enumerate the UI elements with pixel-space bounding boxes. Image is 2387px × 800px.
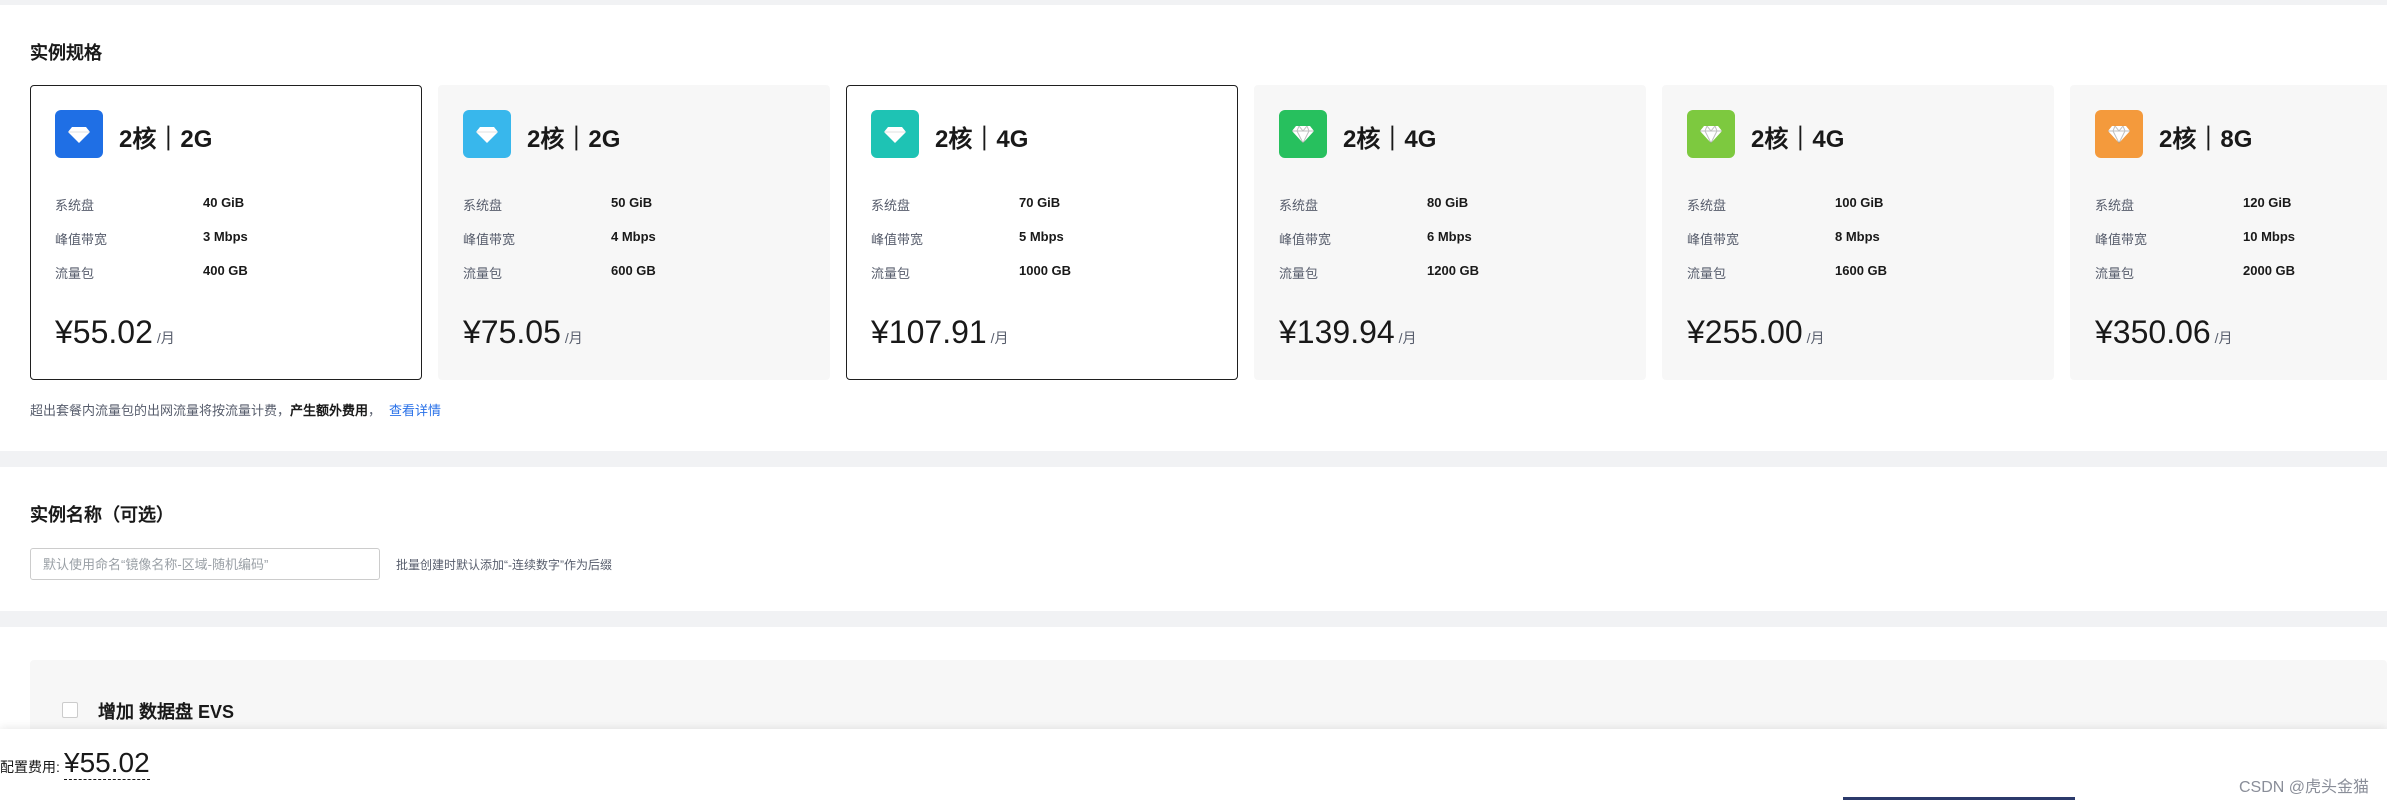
traffic-label: 流量包: [463, 266, 503, 281]
spec-details: 系统盘 120 GiB 峰值带宽 10 Mbps 流量包 2000 GB: [2095, 195, 2387, 297]
bandwidth-label: 峰值带宽: [871, 232, 924, 247]
traffic-value: 1200 GB: [1427, 263, 1480, 278]
spec-name: 2核｜2G: [527, 126, 621, 153]
traffic-label: 流量包: [2095, 266, 2135, 281]
traffic-note-comma: ，: [368, 403, 382, 418]
traffic-label: 流量包: [55, 266, 95, 281]
price-unit: /月: [564, 330, 583, 346]
spec-name: 2核｜4G: [1343, 126, 1437, 153]
instance-name-hint: 批量创建时默认添加“-连续数字”作为后缀: [396, 558, 612, 572]
spec-card[interactable]: 2核｜4G 系统盘 70 GiB 峰值带宽 5 Mbps 流量包 1000 GB ¥107.9…: [846, 85, 1238, 380]
bandwidth-value: 4 Mbps: [611, 229, 656, 244]
config-fee-value[interactable]: ¥55.02: [64, 747, 150, 780]
traffic-note: 超出套餐内流量包的出网流量将按流量计费，产生额外费用， 查看详情: [30, 400, 441, 419]
system-disk-label: 系统盘: [1279, 198, 1319, 213]
bandwidth-value: 3 Mbps: [203, 229, 248, 244]
spec-name: 2核｜2G: [119, 126, 213, 153]
instance-name-title: 实例名称（可选）: [30, 505, 174, 525]
price: ¥55.02/月: [55, 314, 175, 351]
price-value: ¥255.00: [1687, 314, 1803, 350]
price-value: ¥139.94: [1279, 314, 1395, 350]
bandwidth-label: 峰值带宽: [1687, 232, 1740, 247]
system-disk-label: 系统盘: [55, 198, 95, 213]
config-fee-label: 配置费用:: [0, 759, 60, 775]
diamond-icon: [463, 110, 511, 158]
spec-details: 系统盘 70 GiB 峰值带宽 5 Mbps 流量包 1000 GB: [871, 195, 1191, 297]
system-disk-label: 系统盘: [463, 198, 503, 213]
add-data-disk-checkbox[interactable]: [62, 702, 78, 718]
gem-icon: [1279, 110, 1327, 158]
spec-card-list: 2核｜2G 系统盘 40 GiB 峰值带宽 3 Mbps 流量包 400 GB ¥55.02/…: [30, 85, 2387, 385]
price-unit: /月: [156, 330, 175, 346]
system-disk-value: 70 GiB: [1019, 195, 1061, 210]
bandwidth-label: 峰值带宽: [1279, 232, 1332, 247]
spec-card[interactable]: 2核｜2G 系统盘 50 GiB 峰值带宽 4 Mbps 流量包 600 GB ¥75.05/…: [438, 85, 830, 380]
spec-details: 系统盘 40 GiB 峰值带宽 3 Mbps 流量包 400 GB: [55, 195, 375, 297]
traffic-value: 1000 GB: [1019, 263, 1072, 278]
price: ¥350.06/月: [2095, 314, 2233, 351]
traffic-value: 1600 GB: [1835, 263, 1888, 278]
gem-icon: [1687, 110, 1735, 158]
spec-card[interactable]: 2核｜2G 系统盘 40 GiB 峰值带宽 3 Mbps 流量包 400 GB ¥55.02/…: [30, 85, 422, 380]
traffic-value: 2000 GB: [2243, 263, 2296, 278]
spec-details: 系统盘 100 GiB 峰值带宽 8 Mbps 流量包 1600 GB: [1687, 195, 2007, 297]
gem-icon: [2095, 110, 2143, 158]
diamond-icon: [871, 110, 919, 158]
instance-spec-section: 实例规格 2核｜2G 系统盘 40 GiB 峰值带宽 3 Mbps 流量包 400 GB ¥5…: [0, 5, 2387, 451]
bandwidth-label: 峰值带宽: [2095, 232, 2148, 247]
traffic-note-text: 超出套餐内流量包的出网流量将按流量计费，: [30, 403, 291, 418]
traffic-note-bold: 产生额外费用: [290, 403, 369, 418]
traffic-value: 400 GB: [203, 263, 248, 278]
traffic-value: 600 GB: [611, 263, 656, 278]
spec-name: 2核｜4G: [1751, 126, 1845, 153]
system-disk-value: 40 GiB: [203, 195, 245, 210]
bandwidth-value: 10 Mbps: [2243, 229, 2296, 244]
view-details-link[interactable]: 查看详情: [389, 403, 441, 418]
system-disk-value: 100 GiB: [1835, 195, 1884, 210]
spec-name: 2核｜8G: [2159, 126, 2253, 153]
price: ¥139.94/月: [1279, 314, 1417, 351]
price-unit: /月: [2214, 330, 2233, 346]
system-disk-label: 系统盘: [871, 198, 911, 213]
config-fee-bar: 配置费用: ¥55.02 CSDN @虎头金猫: [0, 729, 2387, 800]
system-disk-value: 120 GiB: [2243, 195, 2292, 210]
price: ¥255.00/月: [1687, 314, 1825, 351]
price-unit: /月: [990, 330, 1009, 346]
add-data-disk-label[interactable]: 增加 数据盘 EVS: [98, 698, 234, 724]
bandwidth-value: 8 Mbps: [1835, 229, 1880, 244]
bandwidth-value: 6 Mbps: [1427, 229, 1472, 244]
price-value: ¥55.02: [55, 314, 153, 350]
price: ¥107.91/月: [871, 314, 1009, 351]
bandwidth-label: 峰值带宽: [463, 232, 516, 247]
spec-card[interactable]: 2核｜4G 系统盘 100 GiB 峰值带宽 8 Mbps 流量包 1600 GB ¥255.…: [1662, 85, 2054, 380]
price-value: ¥350.06: [2095, 314, 2211, 350]
system-disk-value: 50 GiB: [611, 195, 653, 210]
instance-name-input[interactable]: [30, 548, 380, 580]
watermark: CSDN @虎头金猫: [2238, 779, 2369, 796]
price-unit: /月: [1398, 330, 1417, 346]
traffic-label: 流量包: [1687, 266, 1727, 281]
price-value: ¥75.05: [463, 314, 561, 350]
system-disk-label: 系统盘: [2095, 198, 2135, 213]
traffic-label: 流量包: [1279, 266, 1319, 281]
spec-card[interactable]: 2核｜8G 系统盘 120 GiB 峰值带宽 10 Mbps 流量包 2000 GB ¥350…: [2070, 85, 2387, 380]
spec-details: 系统盘 50 GiB 峰值带宽 4 Mbps 流量包 600 GB: [463, 195, 783, 297]
price-unit: /月: [1806, 330, 1825, 346]
system-disk-value: 80 GiB: [1427, 195, 1469, 210]
bandwidth-value: 5 Mbps: [1019, 229, 1064, 244]
spec-card[interactable]: 2核｜4G 系统盘 80 GiB 峰值带宽 6 Mbps 流量包 1200 GB ¥139.9…: [1254, 85, 1646, 380]
price-value: ¥107.91: [871, 314, 987, 350]
instance-spec-title: 实例规格: [30, 43, 102, 63]
traffic-label: 流量包: [871, 266, 911, 281]
spec-name: 2核｜4G: [935, 126, 1029, 153]
instance-name-section: 实例名称（可选） 批量创建时默认添加“-连续数字”作为后缀: [0, 467, 2387, 611]
spec-details: 系统盘 80 GiB 峰值带宽 6 Mbps 流量包 1200 GB: [1279, 195, 1599, 297]
price: ¥75.05/月: [463, 314, 583, 351]
bandwidth-label: 峰值带宽: [55, 232, 108, 247]
system-disk-label: 系统盘: [1687, 198, 1727, 213]
diamond-icon: [55, 110, 103, 158]
